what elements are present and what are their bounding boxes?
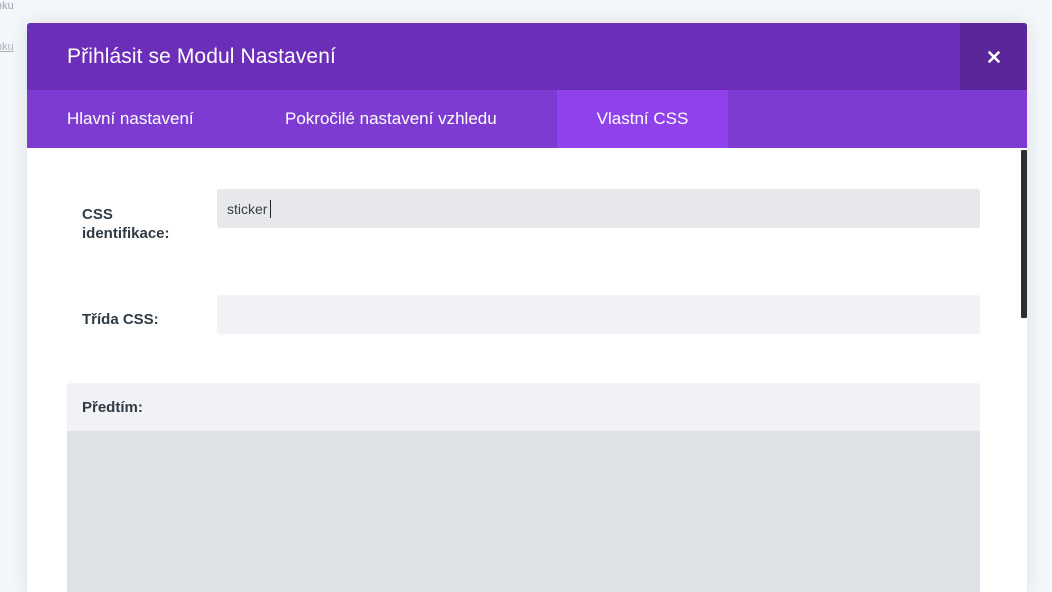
before-css-label: Předtím: [67,383,980,431]
background-text: nku [0,0,14,12]
scrollbar-thumb[interactable] [1021,150,1027,318]
modal-title: Přihlásit se Modul Nastavení [67,45,336,68]
text-caret [270,200,271,218]
before-css-editor[interactable] [67,431,980,592]
module-settings-modal: Přihlásit se Modul Nastavení Hlavní nast… [27,23,1027,592]
css-class-input[interactable] [217,295,980,334]
tab-custom-css[interactable]: Vlastní CSS [557,90,728,148]
tab-main-settings[interactable]: Hlavní nastavení [27,90,245,148]
tab-advanced-design[interactable]: Pokročilé nastavení vzhledu [245,90,557,148]
css-id-label: CSS identifikace: [82,206,170,242]
modal-header: Přihlásit se Modul Nastavení [27,23,1027,90]
close-button[interactable] [960,23,1027,90]
modal-content: CSS identifikace: Třída CSS: Předtím: [27,148,1027,592]
settings-tabs: Hlavní nastavení Pokročilé nastavení vzh… [27,90,1027,148]
close-icon [987,50,1000,63]
css-id-input[interactable] [217,189,980,228]
before-css-section: Předtím: [67,383,980,592]
css-class-label: Třída CSS: [82,311,159,328]
background-link[interactable]: nku [0,41,14,53]
scrollbar[interactable] [1021,148,1027,592]
